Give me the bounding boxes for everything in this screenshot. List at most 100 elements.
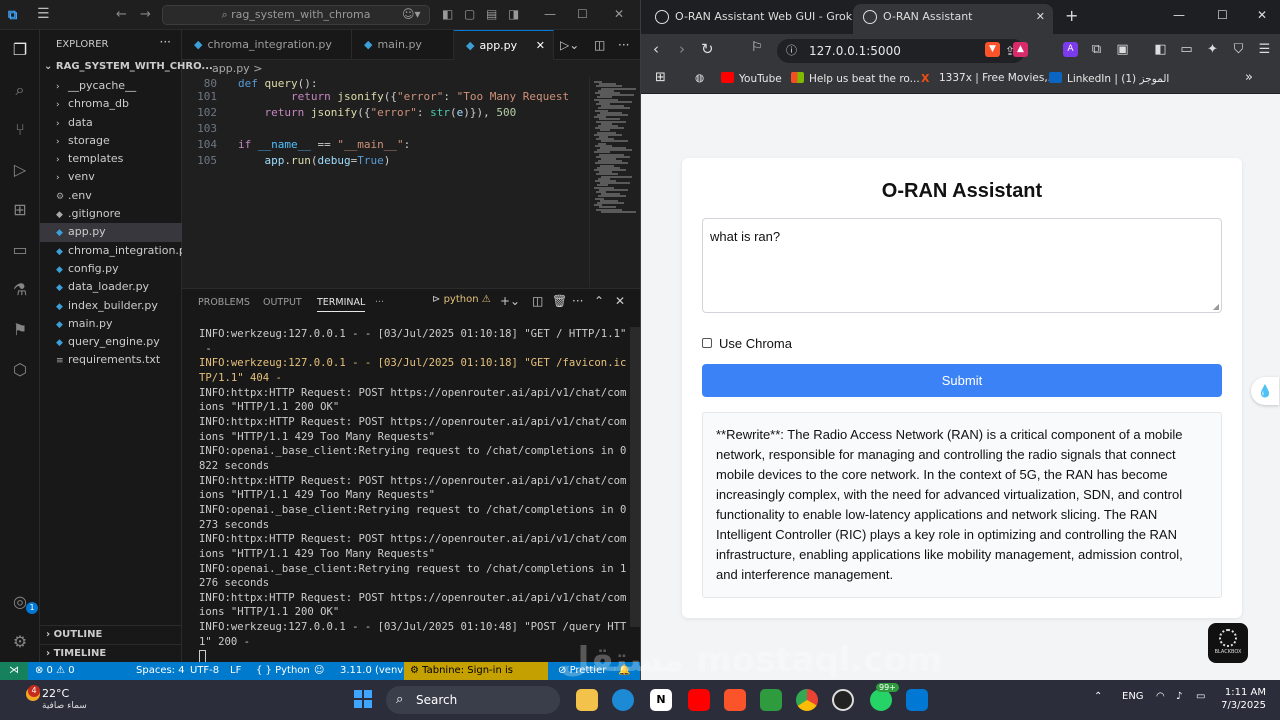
edge-icon[interactable] — [612, 689, 634, 711]
notion-icon[interactable]: N — [650, 689, 672, 711]
copilot-icon[interactable]: ☺▾ — [402, 7, 421, 21]
file-item[interactable]: ◆ chroma_integration.py — [40, 242, 182, 260]
file-item[interactable]: ◆ main.py — [40, 315, 182, 333]
minimize-icon[interactable]: — — [1173, 8, 1185, 22]
file-item[interactable]: ≡ requirements.txt — [40, 351, 182, 369]
code-editor[interactable]: 80 def query(): 101 return jsonify({"err… — [182, 77, 640, 287]
folder-item[interactable]: › chroma_db — [40, 95, 182, 113]
extensions-icon[interactable]: ⧉ — [1089, 42, 1104, 57]
checkbox-box[interactable] — [702, 338, 712, 348]
vscode-taskbar-icon[interactable] — [906, 689, 928, 711]
bookmark-beat-the-ro[interactable]: Help us beat the ro... — [791, 72, 920, 85]
brave-shield-icon[interactable]: ▼ — [985, 42, 1000, 57]
close-window-icon[interactable]: ✕ — [1257, 8, 1267, 22]
forward-icon[interactable]: › — [679, 40, 685, 58]
settings-gear-icon[interactable]: ⚙ — [8, 630, 32, 654]
tabnine-status[interactable]: ⚙ Tabnine: Sign-in is required — [404, 662, 548, 694]
toggle-sidebar-icon[interactable]: ◧ — [442, 7, 453, 21]
more-editor-actions-icon[interactable]: ··· — [618, 38, 629, 52]
file-item[interactable]: ◆ config.py — [40, 260, 182, 278]
tab-problems[interactable]: PROBLEMS — [198, 297, 250, 308]
run-file-icon[interactable]: ▷⌄ — [560, 38, 579, 52]
accounts-icon[interactable]: ◎ 1 — [8, 590, 38, 614]
start-windows-icon[interactable] — [354, 690, 372, 708]
split-editor-icon[interactable]: ◫ — [594, 38, 605, 52]
split-terminal-icon[interactable]: ◫ — [532, 294, 543, 308]
brave-icon[interactable] — [724, 689, 746, 711]
timeline-section[interactable]: › TIMELINE — [40, 644, 182, 662]
search-icon[interactable]: ⌕ — [8, 78, 32, 102]
blackbox-widget[interactable]: BLACKBOX — [1208, 623, 1248, 663]
more-bookmarks-icon[interactable]: » — [1245, 70, 1253, 85]
tab-main[interactable]: ◆ main.py — [352, 30, 454, 60]
reload-icon[interactable]: ↻ — [701, 40, 714, 58]
eol-status[interactable]: LF — [230, 662, 241, 680]
extensions-icon[interactable]: ⊞ — [8, 198, 32, 222]
more-actions-icon[interactable]: ··· — [160, 35, 171, 49]
file-explorer-icon[interactable] — [576, 689, 598, 711]
terminal-output[interactable]: INFO:werkzeug:127.0.0.1 - - [03/Jul/2025… — [199, 327, 627, 663]
tab-output[interactable]: OUTPUT — [263, 297, 302, 308]
remote-explorer-icon[interactable]: ▭ — [8, 238, 32, 262]
whatsapp-icon[interactable]: 99+ — [870, 683, 899, 711]
wifi-icon[interactable]: ◠ — [1156, 691, 1165, 702]
resize-grip-icon[interactable]: ◢ — [1213, 302, 1219, 311]
terminal-scrollbar[interactable] — [630, 327, 640, 627]
screenshot-icon[interactable]: ▣ — [1115, 42, 1130, 57]
file-item[interactable]: ◆ index_builder.py — [40, 297, 182, 315]
close-tab-icon[interactable]: ✕ — [536, 31, 545, 61]
trash-app-icon[interactable] — [760, 689, 782, 711]
leo-ai-icon[interactable]: ✦ — [1205, 42, 1220, 57]
folder-item[interactable]: › templates — [40, 150, 182, 168]
maximize-icon[interactable]: ☐ — [1217, 8, 1228, 22]
maximize-panel-icon[interactable]: ⌃ — [594, 294, 604, 308]
problems-status[interactable]: ⊗ 0 ⚠ 0 — [35, 662, 75, 680]
tray-chevron-icon[interactable]: ⌃ — [1094, 691, 1102, 702]
folder-item[interactable]: › storage — [40, 132, 182, 150]
new-terminal-icon[interactable]: +⌄ — [500, 294, 520, 308]
taskbar-search[interactable]: ⌕ Search — [386, 686, 560, 714]
site-info-icon[interactable]: ⓘ — [786, 39, 797, 63]
bookmark-icon[interactable]: ⚐ — [751, 40, 763, 55]
testing-icon[interactable]: ⚗ — [8, 278, 32, 302]
toggle-secondary-icon[interactable]: ◨ — [508, 7, 519, 21]
maximize-icon[interactable]: ☐ — [577, 7, 588, 21]
file-item[interactable]: ⚙ .env — [40, 187, 182, 205]
bookmark-youtube[interactable]: YouTube — [721, 72, 782, 85]
language-indicator[interactable]: ENG — [1122, 691, 1144, 702]
close-window-icon[interactable]: ✕ — [614, 7, 624, 21]
source-control-icon[interactable]: ⑂ — [8, 118, 32, 142]
vpn-icon[interactable]: ⛉ — [1231, 42, 1246, 57]
folder-item[interactable]: › data — [40, 114, 182, 132]
back-icon[interactable]: ‹ — [653, 40, 659, 58]
outline-section[interactable]: › OUTLINE — [40, 625, 182, 643]
menu-icon[interactable]: ☰ — [37, 6, 50, 22]
tab-chroma-integration[interactable]: ◆ chroma_integration.py — [182, 30, 352, 60]
encoding-status[interactable]: UTF-8 — [190, 662, 219, 680]
media-player-icon[interactable] — [832, 689, 854, 711]
file-item[interactable]: ◆ app.py — [40, 223, 182, 242]
bookmark-linkedin[interactable]: LinkedIn | الموجز (1) — [1049, 72, 1169, 85]
chrome-icon[interactable] — [796, 689, 818, 711]
browser-tab-grok[interactable]: O-RAN Assistant Web GUI - Grok — [645, 4, 852, 34]
toggle-editor-icon[interactable]: ▢ — [464, 7, 475, 21]
extension-a-icon[interactable]: A — [1063, 42, 1078, 57]
battery-icon[interactable]: ▭ — [1196, 691, 1205, 702]
indentation-status[interactable]: Spaces: 4 — [136, 662, 185, 680]
file-item[interactable]: ◆ query_engine.py — [40, 333, 182, 351]
submit-button[interactable]: Submit — [702, 364, 1222, 397]
more-terminal-icon[interactable]: ··· — [572, 294, 583, 308]
explorer-icon[interactable]: ❐ — [8, 38, 32, 62]
folder-item[interactable]: › __pycache__ — [40, 77, 182, 95]
close-panel-icon[interactable]: ✕ — [615, 294, 625, 308]
new-tab-icon[interactable]: + — [1065, 6, 1078, 25]
question-textarea[interactable]: what is ran? ◢ — [702, 218, 1222, 313]
minimap[interactable] — [589, 77, 636, 287]
breadcrumb[interactable]: app.py > — [182, 60, 640, 77]
browser-tab-oran[interactable]: O-RAN Assistant ✕ — [853, 4, 1053, 34]
wallet-icon[interactable]: ▭ — [1179, 42, 1194, 57]
kill-terminal-icon[interactable]: 🗑 — [552, 294, 567, 308]
youtube-app-icon[interactable] — [688, 689, 710, 711]
run-debug-icon[interactable]: ▷ — [8, 158, 32, 182]
volume-icon[interactable]: ♪ — [1176, 691, 1182, 702]
